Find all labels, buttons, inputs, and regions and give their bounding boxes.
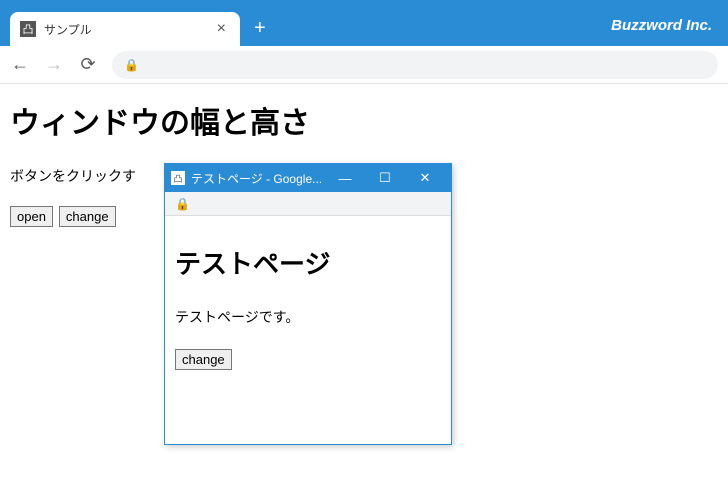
popup-content: テストページ テストページです。 change <box>165 216 451 384</box>
tab-favicon <box>20 21 36 37</box>
browser-toolbar: ← → ⟳ 🔒 <box>0 46 728 84</box>
popup-favicon <box>171 171 185 185</box>
browser-tab[interactable]: サンプル × <box>10 12 240 46</box>
popup-heading: テストページ <box>175 244 441 281</box>
popup-titlebar[interactable]: テストページ - Google... — ☐ ✕ <box>165 164 451 192</box>
popup-address-bar[interactable]: 🔒 <box>165 192 451 216</box>
minimize-icon[interactable]: — <box>325 171 365 186</box>
page-heading: ウィンドウの幅と高さ <box>10 98 718 142</box>
change-button[interactable]: change <box>59 206 116 227</box>
forward-button[interactable]: → <box>44 54 64 75</box>
reload-button[interactable]: ⟳ <box>78 54 98 75</box>
browser-chrome-header: サンプル × + Buzzword Inc. <box>0 0 728 46</box>
open-button[interactable]: open <box>10 206 53 227</box>
popup-paragraph: テストページです。 <box>175 307 441 327</box>
brand-label: Buzzword Inc. <box>595 17 728 46</box>
popup-window: テストページ - Google... — ☐ ✕ 🔒 テストページ テストページ… <box>164 163 452 445</box>
maximize-icon[interactable]: ☐ <box>365 170 405 186</box>
lock-icon: 🔒 <box>175 197 190 211</box>
back-button[interactable]: ← <box>10 54 30 75</box>
close-tab-icon[interactable]: × <box>213 20 230 38</box>
popup-change-button[interactable]: change <box>175 349 232 370</box>
tab-title: サンプル <box>44 21 213 38</box>
lock-icon: 🔒 <box>124 58 139 72</box>
popup-window-title: テストページ - Google... <box>191 170 325 187</box>
new-tab-button[interactable]: + <box>240 17 280 46</box>
address-bar[interactable]: 🔒 <box>112 51 718 79</box>
close-icon[interactable]: ✕ <box>405 170 445 186</box>
